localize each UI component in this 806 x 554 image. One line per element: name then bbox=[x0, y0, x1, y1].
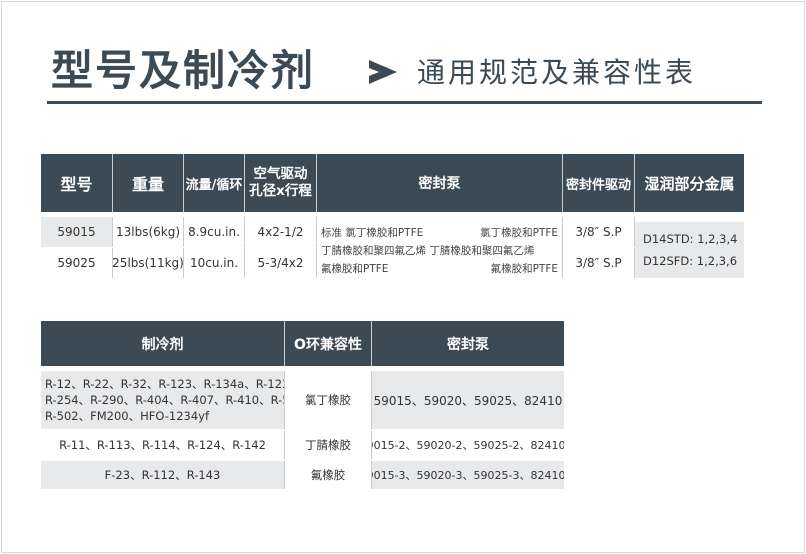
weight-cell: 25lbs(11kg) bbox=[113, 248, 184, 278]
oring-cell: 氟橡胶 bbox=[285, 461, 372, 489]
title-underline bbox=[47, 101, 762, 104]
flow-cell: 8.9cu.in. bbox=[184, 217, 245, 247]
refrigerant-cell: F-23、R-112、R-143 bbox=[41, 461, 285, 489]
seal-pump-line1-right: 氯丁橡胶和PTFE bbox=[480, 227, 558, 239]
oring-cell: 氯丁橡胶 bbox=[285, 371, 372, 429]
header-flow: 流量/循环 bbox=[184, 154, 245, 212]
page-title: 型号及制冷剂 bbox=[51, 46, 316, 95]
seal-pump-line3-right: 氟橡胶和PTFE bbox=[490, 263, 558, 275]
seal-pump-line2: 丁腈橡胶和聚四氟乙烯 丁腈橡胶和聚四氟乙烯 bbox=[321, 245, 535, 257]
pumps-cell: 59015-2、59020-2、59025-2、82410-2 bbox=[372, 431, 564, 459]
header-oring: O环兼容性 bbox=[285, 321, 372, 366]
refrigerant-line: R-502、FM200、HFO-1234yf bbox=[45, 409, 210, 423]
pumps-cell: 59015-3、59020-3、59025-3、82410-3 bbox=[372, 461, 564, 489]
header-seal-pump: 密封泵 bbox=[372, 321, 564, 366]
arrow-right-icon bbox=[369, 60, 397, 84]
pump-spec-table: 型号 重量 流量/循环 空气驱动 孔径x行程 密封泵 密封件驱动 湿润部分金属 … bbox=[41, 154, 744, 278]
model-cell: 59015 bbox=[41, 217, 113, 247]
wetted-metal-d14: D14STD: 1,2,3,4 bbox=[643, 232, 738, 246]
header-air-drive-line1: 空气驱动 bbox=[253, 166, 308, 182]
seal-pump-cell: 标准 氯丁橡胶和PTFE 氯丁橡胶和PTFE 丁腈橡胶和聚四氟乙烯 丁腈橡胶和聚… bbox=[317, 217, 563, 278]
refrigerant-line: R-12、R-22、R-32、R-123、R-134a、R-1230 bbox=[45, 377, 285, 391]
title-bar: 型号及制冷剂 通用规范及兼容性表 bbox=[47, 44, 762, 104]
refrigerant-cell: R-12、R-22、R-32、R-123、R-134a、R-1230 R-254… bbox=[41, 371, 285, 429]
air-drive-cell: 4x2-1/2 bbox=[245, 217, 317, 247]
header-weight: 重量 bbox=[113, 154, 184, 212]
model-cell: 59025 bbox=[41, 248, 113, 278]
weight-cell: 13lbs(6kg) bbox=[113, 217, 184, 247]
seal-pump-line3-left: 氟橡胶和PTFE bbox=[321, 263, 389, 275]
refrigerant-cell: R-11、R-113、R-114、R-124、R-142 bbox=[41, 431, 285, 459]
seal-pump-line1-left: 标准 氯丁橡胶和PTFE bbox=[321, 227, 424, 239]
air-drive-cell: 5-3/4x2 bbox=[245, 248, 317, 278]
oring-cell: 丁腈橡胶 bbox=[285, 431, 372, 459]
header-refrigerant: 制冷剂 bbox=[41, 321, 285, 366]
wetted-metal-d12: D12SFD: 1,2,3,6 bbox=[643, 254, 738, 268]
header-seal-drive: 密封件驱动 bbox=[563, 154, 635, 212]
header-model: 型号 bbox=[41, 154, 113, 212]
refrigerant-table: 制冷剂 O环兼容性 密封泵 R-12、R-22、R-32、R-123、R-134… bbox=[41, 321, 564, 489]
refrigerant-line: R-254、R-290、R-404、R-407、R-410、R-500 bbox=[45, 393, 285, 407]
header-air-drive-line2: 孔径x行程 bbox=[249, 183, 312, 199]
pumps-cell: 59015、59020、59025、82410 bbox=[372, 371, 564, 429]
header-wetted-metal: 湿润部分金属 bbox=[635, 154, 744, 212]
header-seal-pump: 密封泵 bbox=[317, 154, 563, 212]
flow-cell: 10cu.in. bbox=[184, 248, 245, 278]
seal-drive-cell: 3/8″ S.P bbox=[563, 217, 635, 247]
seal-drive-cell: 3/8″ S.P bbox=[563, 248, 635, 278]
wetted-metal-cell: D14STD: 1,2,3,4 D12SFD: 1,2,3,6 bbox=[635, 222, 744, 278]
header-air-drive: 空气驱动 孔径x行程 bbox=[245, 154, 317, 212]
page-subtitle: 通用规范及兼容性表 bbox=[417, 56, 697, 89]
